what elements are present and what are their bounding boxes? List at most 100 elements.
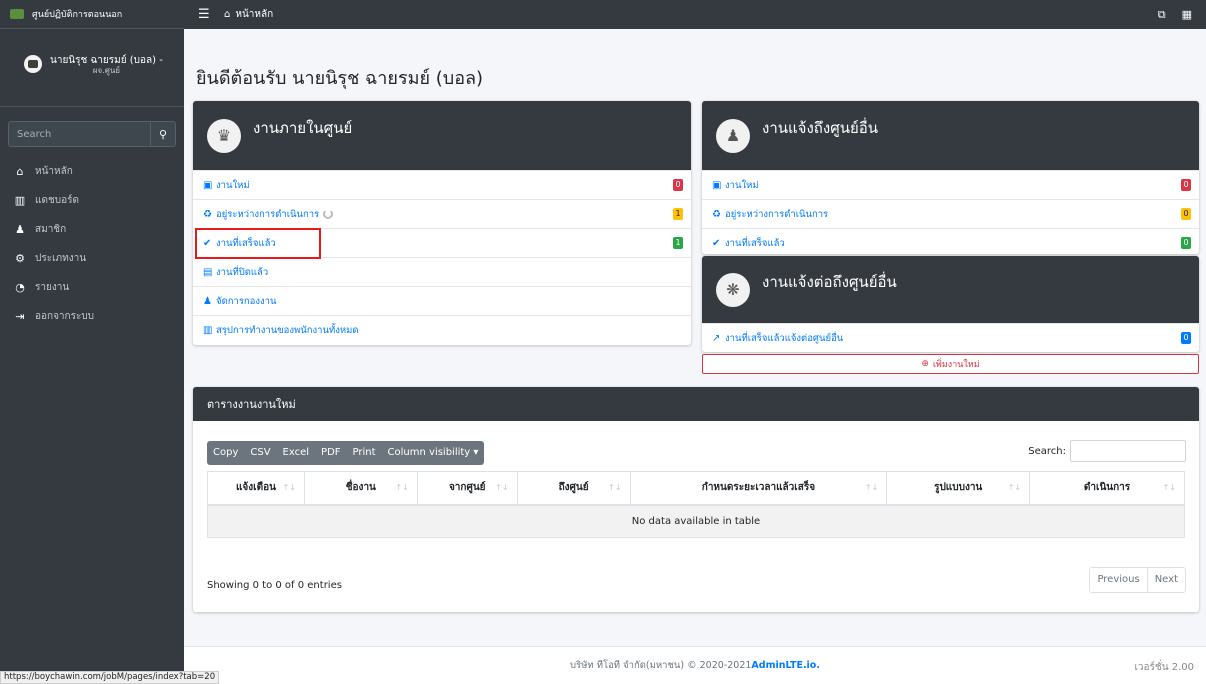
sidebar-item-0[interactable]: ⌂ หน้าหลัก bbox=[0, 157, 184, 186]
table-card-title: ตารางงานงานใหม่ bbox=[207, 398, 296, 411]
recycle-icon: ♻ bbox=[203, 208, 212, 220]
column-header[interactable]: ชื่องาน ↑↓ bbox=[303, 471, 418, 506]
previous-page-button[interactable]: Previous bbox=[1090, 568, 1146, 592]
new-jobs-table: แจ้งเตือน ↑↓ ชื่องาน ↑↓ จากศูนย์ ↑↓ ถึงศูนย์ ↑↓… bbox=[207, 471, 1185, 538]
export-button-3[interactable]: PDF bbox=[315, 441, 346, 465]
sidebar-item-4[interactable]: ◔ รายงาน bbox=[0, 273, 184, 302]
column-header[interactable]: รูปแบบงาน ↑↓ bbox=[886, 471, 1031, 506]
sidebar-item-label: ประเภทงาน bbox=[35, 253, 87, 264]
count-badge: 1 bbox=[673, 237, 683, 249]
sidebar-item-2[interactable]: ♟ สมาชิก bbox=[0, 215, 184, 244]
column-header[interactable]: ถึงศูนย์ ↑↓ bbox=[516, 471, 631, 506]
list-item-label: งานที่ปิดแล้ว bbox=[216, 266, 269, 278]
footer-link[interactable]: AdminLTE.io. bbox=[751, 660, 820, 671]
card-title: งานแจ้งถึงศูนย์อื่น bbox=[762, 118, 879, 137]
avatar[interactable] bbox=[24, 55, 42, 73]
list-item[interactable]: ▥ สรุปการทำงานของพนักงานทั้งหมด bbox=[193, 315, 691, 344]
export-button-5[interactable]: Column visibility ▾ bbox=[382, 441, 485, 465]
export-button-group: Copy CSV Excel PDF Print Column visibility ▾ bbox=[207, 441, 485, 465]
column-header-label: ชื่องาน bbox=[345, 482, 376, 494]
footer: บริษัท ทีโอที จำกัด(มหาชน) © 2020-2021 A… bbox=[184, 646, 1206, 684]
export-button-0[interactable]: Copy bbox=[207, 441, 244, 465]
card-header: ❋ งานแจ้งต่อถึงศูนย์อื่น bbox=[702, 256, 1199, 323]
sidebar-search-input[interactable] bbox=[8, 121, 150, 147]
export-button-2[interactable]: Excel bbox=[277, 441, 316, 465]
users-cog-icon: ♟ bbox=[203, 295, 212, 307]
user-panel: นายนิรุช ฉายรมย์ (บอล) - ผจ.ศูนย์ bbox=[0, 29, 184, 107]
sidebar-item-5[interactable]: ⇥ ออกจากระบบ bbox=[0, 302, 184, 331]
sort-icon: ↑↓ bbox=[395, 483, 409, 492]
empty-table-message: No data available in table bbox=[207, 504, 1185, 538]
plus-square-icon: ▣ bbox=[203, 179, 213, 191]
export-button-1[interactable]: CSV bbox=[244, 441, 276, 465]
list-item[interactable]: ♻ อยู่ระหว่างการดำเนินการ 0 bbox=[702, 199, 1199, 228]
chart-icon: ▥ bbox=[203, 324, 213, 336]
list-item[interactable]: ✔ งานที่เสร็จแล้ว 0 bbox=[702, 228, 1199, 254]
list-item-label: อยู่ระหว่างการดำเนินการ bbox=[725, 208, 829, 220]
sidebar-item-label: รายงาน bbox=[35, 282, 70, 293]
sidebar-item-label: หน้าหลัก bbox=[35, 166, 73, 177]
brand-logo-icon bbox=[10, 9, 24, 19]
nav-home-link[interactable]: ⌂ หน้าหลัก bbox=[224, 7, 273, 22]
highlight-box bbox=[195, 228, 321, 259]
pagination: Previous Next bbox=[1089, 567, 1186, 593]
spinner-icon bbox=[323, 209, 334, 219]
network-icon: ❋ bbox=[716, 272, 750, 307]
search-icon[interactable]: ⚲ bbox=[150, 121, 176, 147]
share-icon: ↗ bbox=[712, 332, 721, 344]
add-new-job-button[interactable]: ⊕ เพิ่มงานใหม่ bbox=[702, 354, 1199, 374]
card-title: งานภายในศูนย์ bbox=[253, 118, 353, 137]
new-jobs-table-card: ตารางงานงานใหม่ Copy CSV Excel PDF Print Colu… bbox=[193, 387, 1199, 612]
card-header: ♛ งานภายในศูนย์ bbox=[193, 101, 691, 170]
sort-icon: ↑↓ bbox=[864, 483, 879, 492]
page-title: ยินดีต้อนรับ นายนิรุช ฉายรมย์ (บอล) bbox=[196, 68, 484, 89]
user-name[interactable]: นายนิรุช ฉายรมย์ (บอล) - bbox=[50, 55, 163, 66]
column-header[interactable]: กำหนดระยะเวลาแล้วเสร็จ ↑↓ bbox=[629, 471, 888, 506]
card-title: งานแจ้งต่อถึงศูนย์อื่น bbox=[762, 272, 897, 291]
version-label: เวอร์ชั่น 2.00 bbox=[1134, 662, 1194, 673]
fullscreen-icon[interactable]: ⧉ bbox=[1158, 8, 1166, 22]
team-icon: ♛ bbox=[207, 118, 241, 153]
sidebar-item-1[interactable]: ▥ แดชบอร์ด bbox=[0, 186, 184, 215]
list-item[interactable]: ▤ งานที่ปิดแล้ว bbox=[193, 257, 691, 286]
list-item[interactable]: ↗ งานที่เสร็จแล้วแจ้งต่อศูนย์อื่น 0 bbox=[702, 323, 1199, 352]
top-right-controls: ⧉ ▦ bbox=[1158, 0, 1192, 29]
user-role: ผจ.ศูนย์ bbox=[92, 66, 120, 75]
list-item-label: อยู่ระหว่างการดำเนินการ bbox=[216, 208, 320, 220]
list-item[interactable]: ♟ จัดการกองงาน bbox=[193, 286, 691, 315]
menu-toggle-icon[interactable]: ☰ bbox=[198, 7, 214, 22]
column-header[interactable]: จากศูนย์ ↑↓ bbox=[416, 471, 518, 506]
export-button-4[interactable]: Print bbox=[347, 441, 382, 465]
count-badge: 0 bbox=[1181, 179, 1191, 191]
brand-link[interactable]: ศูนย์ปฏิบัติการตอนนอก bbox=[0, 0, 184, 29]
browser-status-url: https://boychawin.com/jobM/pages/index?t… bbox=[0, 671, 220, 684]
plus-circle-icon: ⊕ bbox=[921, 359, 929, 369]
chart-pie-icon: ◔ bbox=[15, 281, 25, 294]
column-header[interactable]: ดำเนินการ ↑↓ bbox=[1029, 471, 1185, 506]
list-item[interactable]: ▣ งานใหม่ 0 bbox=[193, 170, 691, 199]
sidebar-item-3[interactable]: ⚙ ประเภทงาน bbox=[0, 244, 184, 273]
card-list: ▣ งานใหม่ 0 ♻ อยู่ระหว่างการดำเนินการ 0 ✔ งานที… bbox=[702, 170, 1199, 254]
list-item-label: งานใหม่ bbox=[216, 179, 250, 191]
apps-grid-icon[interactable]: ▦ bbox=[1182, 8, 1192, 21]
list-item[interactable]: ♻ อยู่ระหว่างการดำเนินการ 1 bbox=[193, 199, 691, 228]
recycle-icon: ♻ bbox=[712, 208, 721, 220]
list-item[interactable]: ▣ งานใหม่ 0 bbox=[702, 170, 1199, 199]
card-list: ↗ งานที่เสร็จแล้วแจ้งต่อศูนย์อื่น 0 bbox=[702, 323, 1199, 352]
sort-icon: ↑↓ bbox=[1007, 483, 1022, 492]
meeting-icon: ♟ bbox=[716, 118, 750, 153]
next-page-button[interactable]: Next bbox=[1146, 568, 1185, 592]
sort-icon: ↑↓ bbox=[608, 483, 622, 492]
nav-home-label: หน้าหลัก bbox=[235, 9, 274, 20]
list-item-label: สรุปการทำงานของพนักงานทั้งหมด bbox=[216, 324, 359, 336]
card-internal-jobs: ♛ งานภายในศูนย์ ▣ งานใหม่ 0 ♻ อยู่ระหว่างการ… bbox=[193, 101, 691, 345]
sidebar-search: ⚲ bbox=[8, 121, 176, 147]
sidebar-item-label: สมาชิก bbox=[35, 224, 67, 235]
sidebar-nav: ⌂ หน้าหลัก ▥ แดชบอร์ด ♟ สมาชิก ⚙ ประเภทงาน ◔ รายง… bbox=[0, 157, 184, 331]
id-card-icon: ▤ bbox=[203, 266, 213, 278]
card-forward-other-centers: ❋ งานแจ้งต่อถึงศูนย์อื่น ↗ งานที่เสร็จแล้… bbox=[702, 256, 1199, 352]
sort-icon: ↑↓ bbox=[1162, 483, 1176, 492]
card-header: ♟ งานแจ้งถึงศูนย์อื่น bbox=[702, 101, 1199, 170]
table-search-input[interactable] bbox=[1070, 440, 1186, 462]
column-header[interactable]: แจ้งเตือน ↑↓ bbox=[207, 471, 305, 506]
